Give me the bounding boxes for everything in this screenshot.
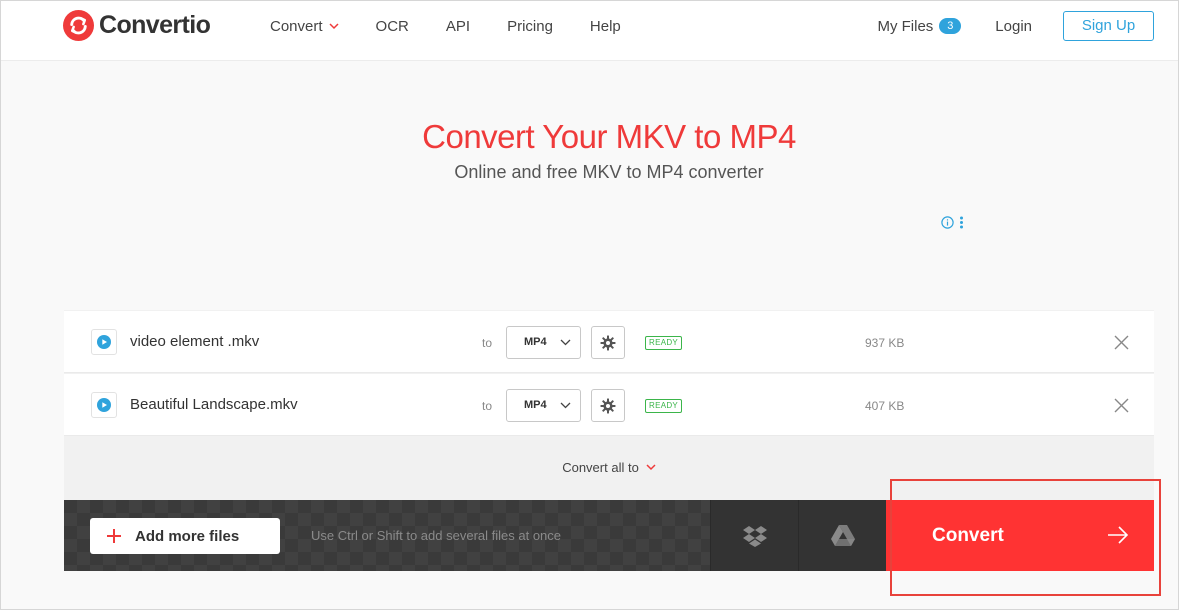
- convert-all-dropdown[interactable]: Convert all to: [64, 460, 1154, 475]
- format-value: MP4: [524, 336, 547, 348]
- my-files-label: My Files: [877, 17, 934, 35]
- format-select[interactable]: MP4: [506, 389, 581, 422]
- file-row: Beautiful Landscape.mkv to MP4 READY 407…: [64, 374, 1154, 436]
- chevron-down-icon: [560, 402, 571, 409]
- add-more-files-button[interactable]: Add more files: [90, 518, 280, 554]
- convert-button[interactable]: Convert: [886, 500, 1154, 571]
- gear-icon: [600, 335, 616, 350]
- nav-help[interactable]: Help: [590, 18, 621, 35]
- format-select[interactable]: MP4: [506, 326, 581, 359]
- my-files-link[interactable]: My Files 3: [877, 17, 962, 35]
- add-more-files-label: Add more files: [135, 527, 240, 545]
- arrow-right-icon: [1108, 526, 1129, 544]
- file-list-panel: video element .mkv to MP4 READY 937 KB B…: [64, 310, 1154, 500]
- file-type-box: [91, 329, 117, 355]
- dropbox-button[interactable]: [710, 500, 798, 571]
- close-icon[interactable]: [1114, 335, 1129, 350]
- action-bar: Add more files Use Ctrl or Shift to add …: [64, 500, 1154, 571]
- nav-ocr[interactable]: OCR: [376, 18, 409, 35]
- file-type-box: [91, 392, 117, 418]
- page-title: Convert Your MKV to MP4: [422, 118, 796, 155]
- multi-select-hint: Use Ctrl or Shift to add several files a…: [311, 528, 562, 543]
- login-link[interactable]: Login: [995, 18, 1032, 35]
- file-row: video element .mkv to MP4 READY 937 KB: [64, 311, 1154, 373]
- status-badge: READY: [645, 399, 683, 413]
- page-subtitle: Online and free MKV to MP4 converter: [454, 162, 764, 182]
- info-icon[interactable]: [941, 216, 954, 229]
- top-header: Convertio Convert OCR API Pricing Help M…: [1, 1, 1178, 61]
- account-nav: My Files 3 Login Sign Up: [877, 11, 1154, 41]
- my-files-count-badge: 3: [939, 18, 962, 34]
- logo-text: Convertio: [99, 11, 211, 39]
- chevron-down-icon: [560, 339, 571, 346]
- settings-button[interactable]: [591, 389, 625, 422]
- to-label: to: [482, 399, 493, 413]
- chevron-down-icon: [646, 464, 656, 471]
- signup-button[interactable]: Sign Up: [1063, 11, 1154, 41]
- nav-convert[interactable]: Convert: [270, 18, 339, 35]
- play-icon: [97, 398, 111, 412]
- google-drive-icon: [830, 525, 855, 546]
- main-nav: Convert OCR API Pricing Help: [270, 1, 658, 51]
- plus-icon: [107, 529, 121, 543]
- more-vertical-icon[interactable]: [959, 216, 964, 229]
- info-menu: [941, 216, 964, 229]
- to-label: to: [482, 336, 493, 350]
- convertio-logo-icon: [63, 10, 94, 41]
- logo[interactable]: Convertio: [63, 10, 211, 41]
- file-size: 407 KB: [865, 399, 905, 413]
- google-drive-button[interactable]: [798, 500, 886, 571]
- nav-convert-label: Convert: [270, 17, 323, 35]
- settings-button[interactable]: [591, 326, 625, 359]
- play-icon: [97, 335, 111, 349]
- format-value: MP4: [524, 399, 547, 411]
- file-size: 937 KB: [865, 336, 905, 350]
- dropbox-icon: [742, 525, 767, 547]
- convert-button-label: Convert: [932, 524, 1004, 546]
- convert-all-label: Convert all to: [562, 460, 639, 475]
- close-icon[interactable]: [1114, 398, 1129, 413]
- file-name: video element .mkv: [130, 333, 260, 350]
- nav-pricing[interactable]: Pricing: [507, 18, 553, 35]
- nav-api[interactable]: API: [446, 18, 470, 35]
- file-name: Beautiful Landscape.mkv: [130, 396, 298, 413]
- chevron-down-icon: [329, 22, 339, 29]
- status-badge: READY: [645, 336, 683, 350]
- gear-icon: [600, 398, 616, 413]
